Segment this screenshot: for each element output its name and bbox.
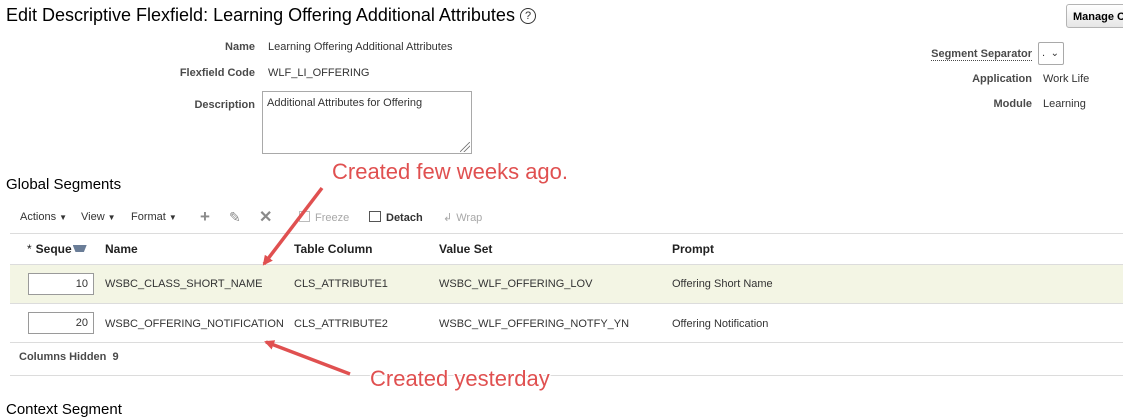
annotation-top-note: Created few weeks ago. [332,159,569,184]
annotation-arrows [262,186,351,376]
arrow-to-row-2 [264,340,351,376]
arrow-to-row-1 [262,186,324,266]
annotation-bottom-note: Created yesterday [370,366,550,391]
